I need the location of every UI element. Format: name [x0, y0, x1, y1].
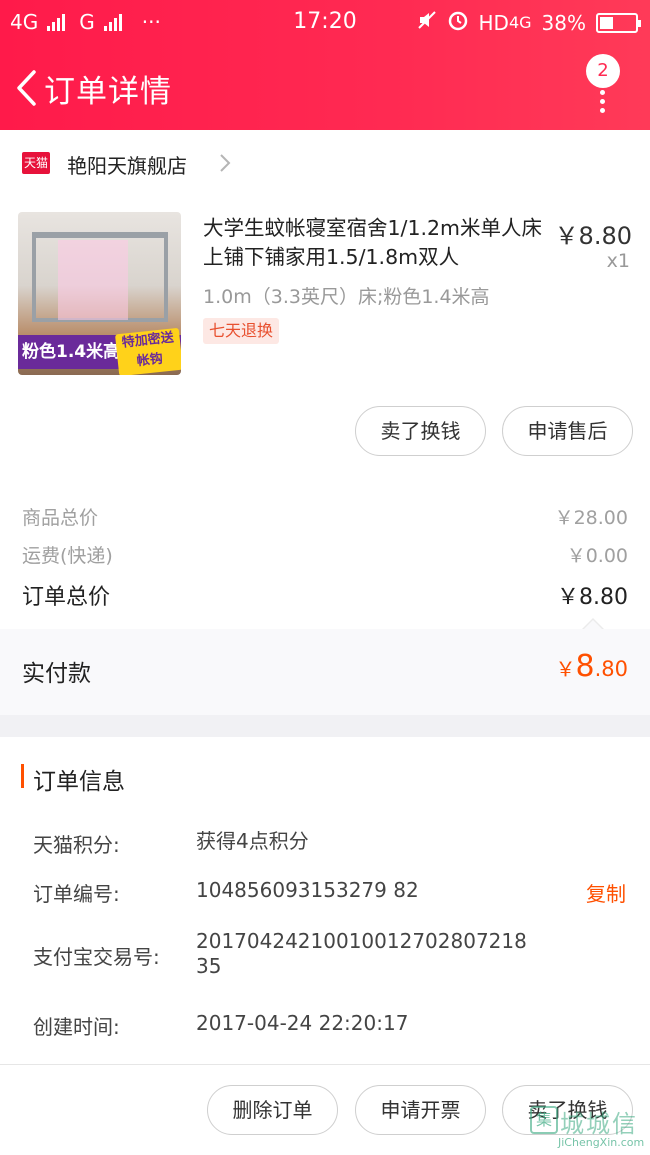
network-right-label: 4G [508, 13, 532, 32]
status-bar: 4G G ··· 17:20 HD 4G 38% [0, 0, 650, 46]
product-image[interactable]: 粉色1.4米高 特加密送帐钩 [18, 212, 181, 375]
sell-for-money-button[interactable]: 卖了换钱 [355, 406, 486, 456]
tmall-logo-icon: 天猫 [22, 152, 50, 174]
watermark-en: JiChengXin.com [558, 1136, 645, 1149]
section-gap [0, 715, 650, 737]
shipping-label: 运费(快递) [22, 545, 113, 567]
chevron-right-icon [218, 152, 232, 180]
status-right: HD 4G 38% [417, 9, 641, 36]
delete-order-button[interactable]: 删除订单 [207, 1085, 338, 1135]
return-policy-tag: 七天退换 [203, 318, 280, 344]
points-value: 获得4点积分 [196, 829, 309, 853]
alipay-trade-value: 20170424210010012702807218 35 [196, 929, 527, 978]
more-menu-button[interactable]: 2 [584, 54, 620, 114]
actual-paid-row: 实付款 ￥8.80 [0, 629, 650, 715]
request-invoice-button[interactable]: 申请开票 [355, 1085, 486, 1135]
mute-icon [417, 10, 437, 35]
copy-button[interactable]: 复制 [586, 878, 626, 907]
product-sku: 1.0m（3.3英尺）床;粉色1.4米高 [203, 286, 490, 308]
after-sale-button[interactable]: 申请售后 [502, 406, 633, 456]
product-quantity: x1 [606, 250, 630, 272]
back-arrow-icon[interactable] [14, 68, 40, 108]
battery-percent: 38% [541, 10, 586, 35]
header-bar: 4G G ··· 17:20 HD 4G 38% 订单详情 2 [0, 0, 650, 130]
hd-label: HD [478, 10, 509, 35]
product-item[interactable]: 粉色1.4米高 特加密送帐钩 大学生蚊帐寝室宿舍1/1.2m米单人床上铺下铺家用… [0, 196, 650, 386]
goods-total-value: ￥28.00 [554, 507, 628, 529]
points-label: 天猫积分: [33, 833, 120, 857]
shop-row[interactable]: 天猫 艳阳天旗舰店 [0, 130, 650, 196]
page-title: 订单详情 [44, 74, 172, 110]
order-total-value: ￥8.80 [557, 585, 628, 610]
alipay-trade-label: 支付宝交易号: [33, 945, 160, 969]
shop-name: 艳阳天旗舰店 [67, 154, 187, 178]
image-tag-text: 特加密送帐钩 [114, 327, 181, 375]
alarm-icon [447, 9, 469, 36]
goods-total-label: 商品总价 [22, 507, 99, 529]
watermark-icon: 集 [530, 1106, 558, 1134]
shipping-value: ￥0.00 [566, 545, 628, 567]
product-title: 大学生蚊帐寝室宿舍1/1.2m米单人床上铺下铺家用1.5/1.8m双人 [203, 216, 543, 269]
order-number-value: 104856093153279 82 [196, 878, 419, 902]
created-time-value: 2017-04-24 22:20:17 [196, 1011, 409, 1035]
more-dots-icon [600, 90, 605, 117]
watermark-cn: 城城信 [560, 1110, 638, 1138]
actual-paid-label: 实付款 [22, 661, 91, 687]
notification-badge: 2 [586, 54, 620, 88]
nav-bar: 订单详情 2 [0, 46, 650, 130]
watermark-logo: 集 城城信 JiChengXin.com [526, 1104, 644, 1152]
actual-paid-value: ￥8.80 [555, 649, 629, 684]
product-price: ￥8.80 [554, 222, 632, 250]
order-total-label: 订单总价 [22, 585, 111, 610]
created-time-label: 创建时间: [33, 1015, 120, 1039]
order-info-heading: 订单信息 [33, 769, 125, 795]
section-accent-bar [21, 764, 24, 788]
order-number-label: 订单编号: [33, 882, 120, 906]
battery-icon [596, 12, 641, 33]
